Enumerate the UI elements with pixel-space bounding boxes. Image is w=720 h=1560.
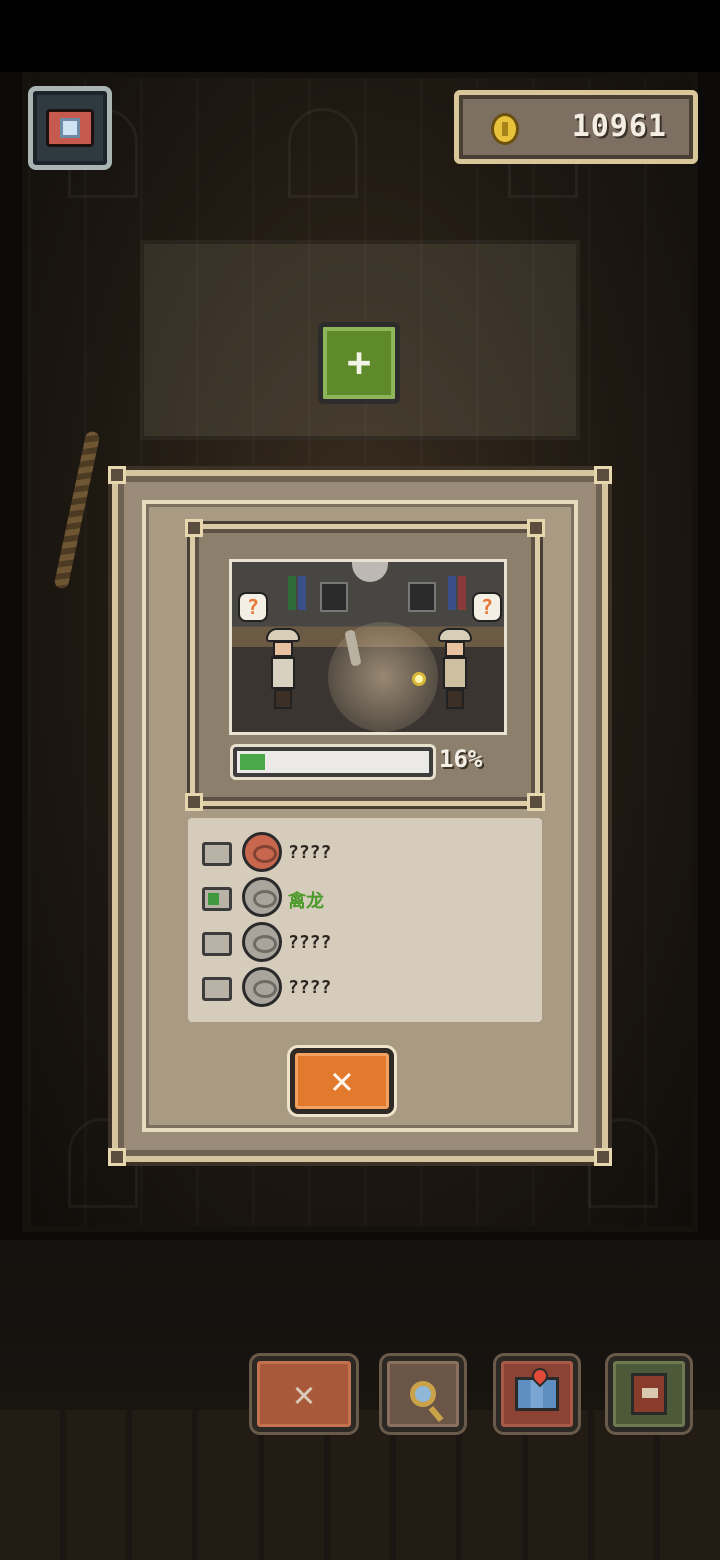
status-bar-area xyxy=(0,0,720,72)
add-exhibit-button[interactable]: + xyxy=(318,322,400,404)
list-item: ???? xyxy=(202,922,522,962)
fossil-icon xyxy=(242,922,282,962)
frame-corner xyxy=(594,466,612,484)
map-icon xyxy=(515,1377,559,1411)
fossil-name: 禽龙 xyxy=(288,891,324,912)
fossil-name: ???? xyxy=(288,842,332,863)
magnifier-icon xyxy=(410,1381,436,1407)
fossil-checkbox xyxy=(202,932,232,956)
researcher-left xyxy=(266,628,300,710)
background-arch xyxy=(288,108,358,198)
research-progress-bar xyxy=(233,747,433,777)
frame-corner xyxy=(594,1148,612,1166)
close-icon: ✕ xyxy=(330,1058,354,1102)
fossil-checkbox xyxy=(202,887,232,911)
camera-icon xyxy=(46,109,94,147)
fossil-list: ???? 禽龙 ???? ???? xyxy=(188,818,542,1022)
computer-icon xyxy=(408,582,436,612)
fossil-name: ???? xyxy=(288,932,332,953)
list-item: ???? xyxy=(202,832,522,872)
research-scene-frame: ? ? 16% xyxy=(185,519,545,811)
progress-fill xyxy=(240,754,265,770)
camera-button[interactable] xyxy=(28,86,112,170)
search-fossil-button[interactable] xyxy=(382,1356,464,1432)
coin-value: 10961 xyxy=(571,109,667,144)
frame-corner xyxy=(185,519,203,537)
research-scene: ? ? xyxy=(229,559,507,735)
close-button[interactable]: ✕ xyxy=(290,1048,394,1114)
coin-counter: 10961 xyxy=(454,90,698,164)
ceiling-lamp xyxy=(352,562,388,582)
magnifier-icon xyxy=(412,672,426,686)
shelf-book xyxy=(298,576,306,610)
shelf-book xyxy=(288,576,296,610)
fossil-name: ???? xyxy=(288,977,332,998)
fossil-icon xyxy=(242,832,282,872)
question-bubble: ? xyxy=(238,592,268,622)
frame-corner xyxy=(108,466,126,484)
fossil-checkbox xyxy=(202,977,232,1001)
fossil-icon xyxy=(242,877,282,917)
question-bubble: ? xyxy=(472,592,502,622)
close-icon: ✕ xyxy=(293,1373,315,1415)
floor-tiles xyxy=(0,1410,720,1560)
coin-icon xyxy=(491,113,519,145)
encyclopedia-button[interactable] xyxy=(608,1356,690,1432)
cancel-button[interactable]: ✕ xyxy=(252,1356,356,1432)
map-button[interactable] xyxy=(496,1356,578,1432)
plus-icon: + xyxy=(346,340,372,386)
frame-corner xyxy=(108,1148,126,1166)
frame-corner xyxy=(185,793,203,811)
book-icon xyxy=(631,1373,667,1415)
list-item: ???? xyxy=(202,967,522,1007)
frame-corner xyxy=(527,793,545,811)
excavation-dialog: ? ? 16% ???? 禽龙 ???? ???? ✕ xyxy=(108,466,612,1166)
shelf-book xyxy=(448,576,456,610)
computer-icon xyxy=(320,582,348,612)
list-item: 禽龙 xyxy=(202,877,522,917)
fossil-checkbox xyxy=(202,842,232,866)
frame-corner xyxy=(527,519,545,537)
progress-percent: 16% xyxy=(439,745,483,773)
researcher-right xyxy=(438,628,472,710)
fossil-icon xyxy=(242,967,282,1007)
shelf-book xyxy=(458,576,466,610)
